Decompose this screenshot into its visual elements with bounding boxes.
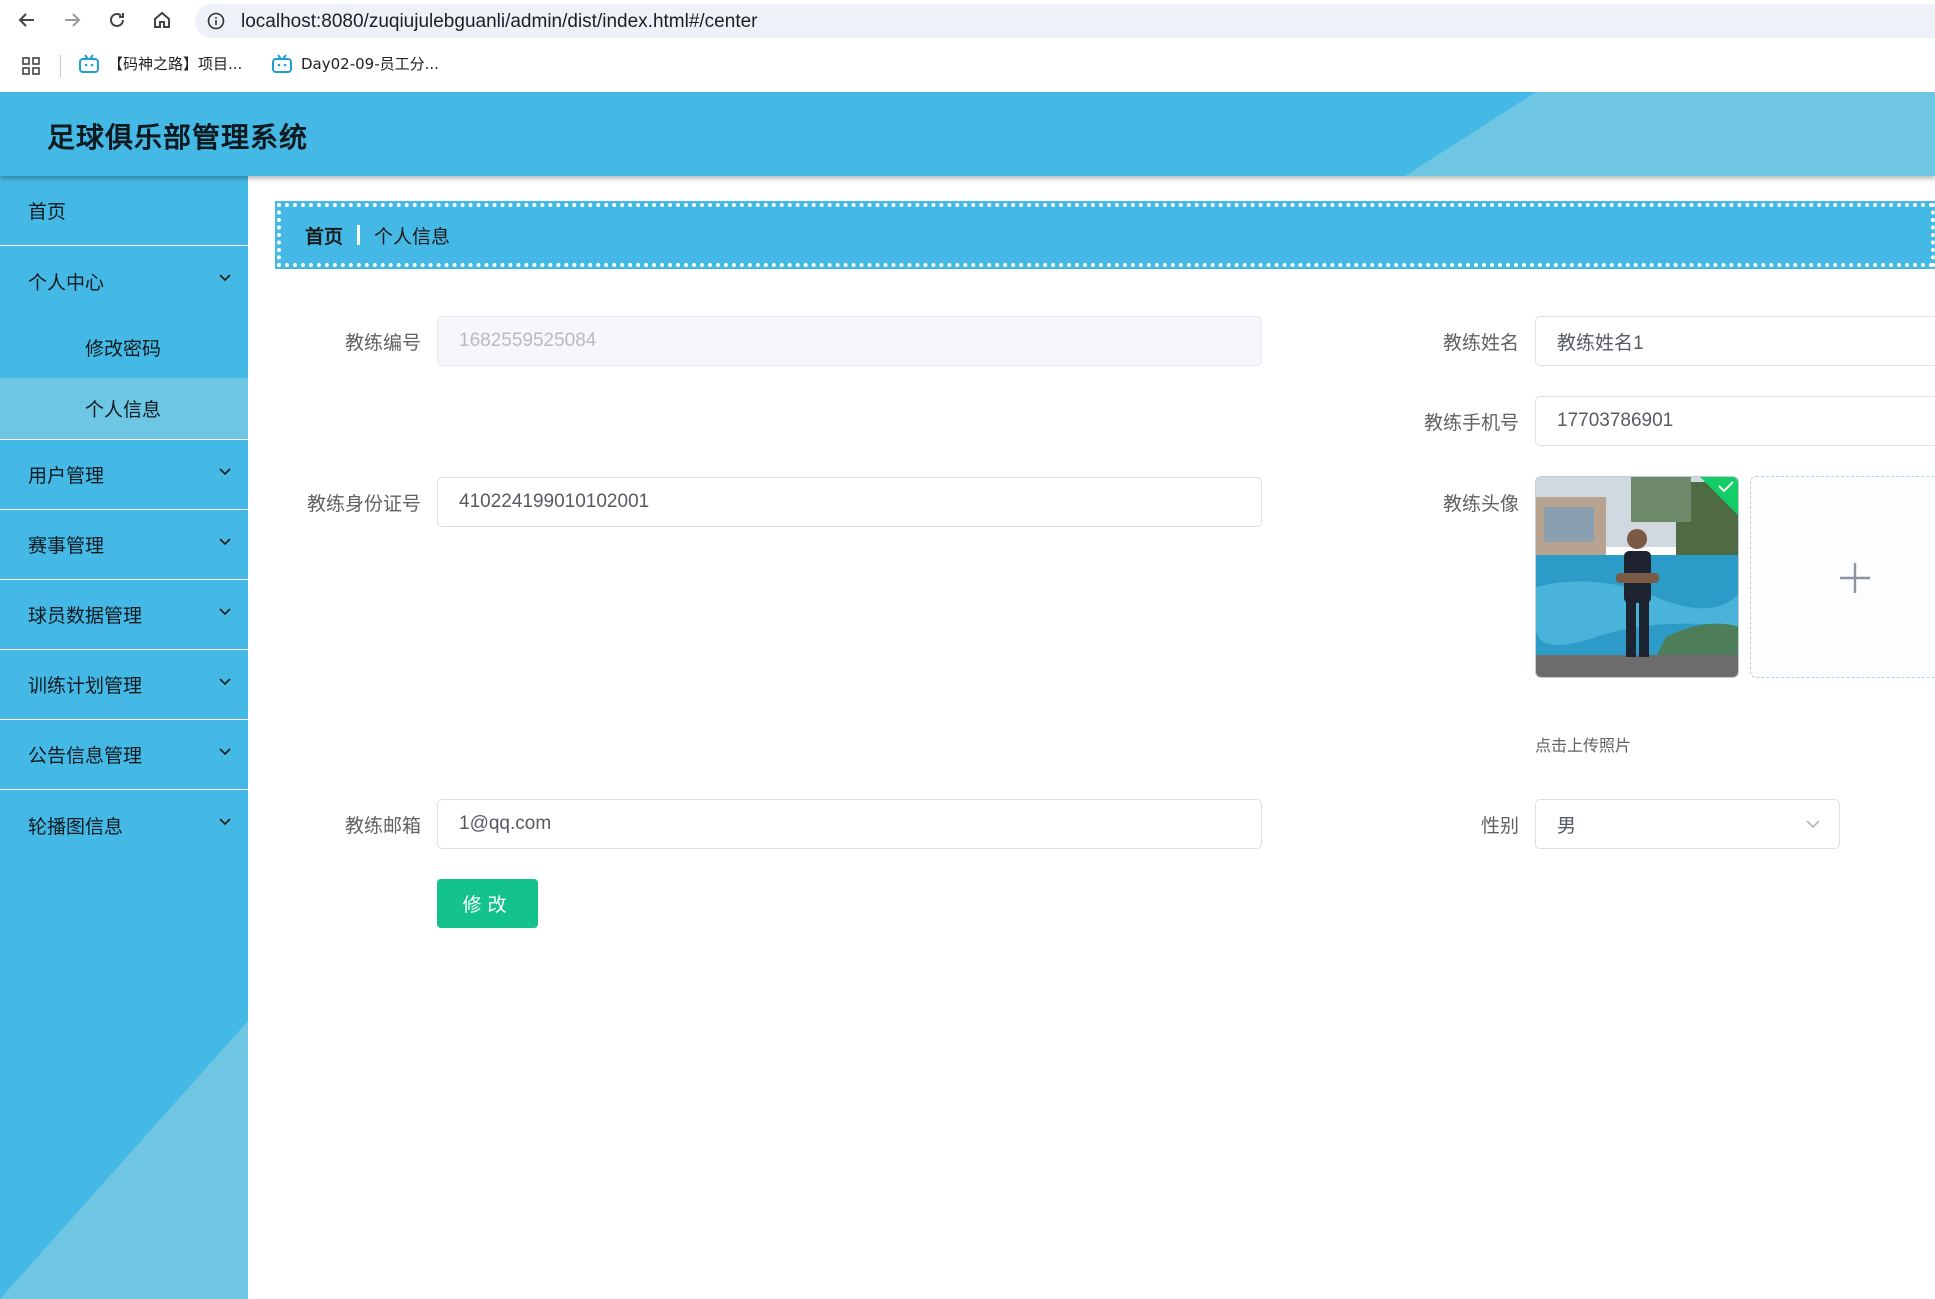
coach-email-label: 教练邮箱	[344, 815, 421, 837]
upload-success-icon	[1700, 477, 1738, 515]
coach-no-field: 1682559525084	[437, 316, 1262, 366]
bookmark-item[interactable]: 【码神之路】项目...	[78, 53, 242, 74]
bookmark-label: 【码神之路】项目...	[108, 55, 243, 73]
sidebar-item-label: 个人中心	[28, 271, 105, 294]
back-arrow-icon	[18, 13, 34, 27]
sidebar-item-training-plan-mgmt[interactable]: 训练计划管理	[0, 650, 248, 720]
sidebar-item-label: 用户管理	[28, 465, 105, 487]
breadcrumb: 首页 个人信息	[275, 201, 1935, 269]
sidebar-item-player-data-mgmt[interactable]: 球员数据管理	[0, 580, 248, 650]
address-bar[interactable]: localhost:8080/zuqiujulebguanli/admin/di…	[195, 4, 1935, 38]
sidebar-item-label: 修改密码	[85, 337, 162, 360]
back-button[interactable]	[11, 4, 43, 36]
chevron-down-icon	[1806, 820, 1820, 829]
site-info-icon[interactable]	[207, 12, 225, 30]
chevron-down-icon	[219, 748, 231, 756]
app-header: 足球俱乐部管理系统	[0, 92, 1935, 176]
breadcrumb-current: 个人信息	[374, 225, 451, 248]
forward-button[interactable]	[56, 4, 88, 36]
coach-name-label: 教练姓名	[1442, 332, 1519, 354]
chevron-down-icon	[219, 274, 231, 282]
coach-id-field[interactable]: 410224199010102001	[437, 477, 1262, 527]
coach-phone-label: 教练手机号	[1423, 412, 1519, 434]
chevron-down-icon	[219, 818, 231, 826]
coach-email-field[interactable]: 1@qq.com	[437, 799, 1262, 849]
bookmark-label: Day02-09-员工分...	[301, 55, 439, 73]
breadcrumb-home-link[interactable]: 首页	[305, 222, 343, 249]
url-text: localhost:8080/zuqiujulebguanli/admin/di…	[241, 11, 758, 32]
gender-label: 性别	[1480, 815, 1519, 837]
reload-button[interactable]	[101, 4, 133, 36]
sidebar-item-label: 个人信息	[85, 399, 162, 421]
chevron-down-icon	[219, 468, 231, 476]
coach-id-label: 教练身份证号	[306, 493, 421, 515]
sidebar-item-label: 训练计划管理	[28, 675, 143, 697]
reload-icon	[110, 12, 124, 27]
plus-icon	[1840, 563, 1870, 593]
bilibili-tv-icon	[79, 53, 99, 73]
sidebar: 首页 个人中心 修改密码 个人信息 用户管理 赛事管理 球员数据管理 训练计划管…	[0, 176, 248, 1299]
gender-selected-value: 男	[1557, 815, 1577, 837]
gender-select[interactable]: 男	[1535, 799, 1840, 849]
app-title: 足球俱乐部管理系统	[47, 121, 309, 154]
bookmarks-bar: 【码神之路】项目... Day02-09-员工分...	[0, 41, 1935, 92]
sidebar-item-notice-mgmt[interactable]: 公告信息管理	[0, 720, 248, 790]
coach-avatar-label: 教练头像	[1442, 493, 1519, 515]
forward-arrow-icon	[65, 13, 81, 27]
avatar-preview[interactable]	[1535, 476, 1739, 678]
sidebar-item-match-mgmt[interactable]: 赛事管理	[0, 510, 248, 580]
breadcrumb-separator	[357, 225, 361, 245]
browser-toolbar: localhost:8080/zuqiujulebguanli/admin/di…	[0, 0, 1935, 41]
sidebar-item-home[interactable]: 首页	[0, 176, 248, 246]
sidebar-subitem-change-password[interactable]: 修改密码	[0, 316, 248, 378]
sidebar-item-carousel-info[interactable]: 轮播图信息	[0, 790, 248, 860]
sidebar-item-personal-center[interactable]: 个人中心	[0, 246, 248, 316]
upload-tip: 点击上传照片	[1535, 736, 1632, 755]
chevron-down-icon	[219, 678, 231, 686]
chevron-down-icon	[219, 538, 231, 546]
submit-button[interactable]: 修改	[437, 879, 538, 928]
chevron-down-icon	[219, 608, 231, 616]
sidebar-subitem-personal-info[interactable]: 个人信息	[0, 378, 248, 440]
sidebar-item-label: 首页	[28, 201, 67, 223]
coach-no-label: 教练编号	[344, 332, 421, 354]
sidebar-item-label: 公告信息管理	[28, 745, 143, 767]
sidebar-item-user-mgmt[interactable]: 用户管理	[0, 440, 248, 510]
apps-grid-icon[interactable]	[22, 57, 40, 75]
sidebar-item-label: 轮播图信息	[28, 815, 124, 838]
sidebar-item-label: 赛事管理	[28, 535, 105, 557]
sidebar-item-label: 球员数据管理	[28, 605, 143, 627]
coach-name-field[interactable]: 教练姓名1	[1535, 316, 1935, 366]
bookmark-item[interactable]: Day02-09-员工分...	[271, 53, 439, 74]
home-icon	[154, 11, 170, 28]
upload-trigger[interactable]	[1750, 476, 1935, 678]
sidebar-menu: 首页 个人中心 修改密码 个人信息 用户管理 赛事管理 球员数据管理 训练计划管…	[0, 176, 248, 860]
coach-phone-field[interactable]: 17703786901	[1535, 396, 1935, 446]
home-button[interactable]	[146, 4, 178, 36]
bilibili-tv-icon	[272, 53, 292, 73]
bookmarks-divider	[60, 55, 61, 77]
